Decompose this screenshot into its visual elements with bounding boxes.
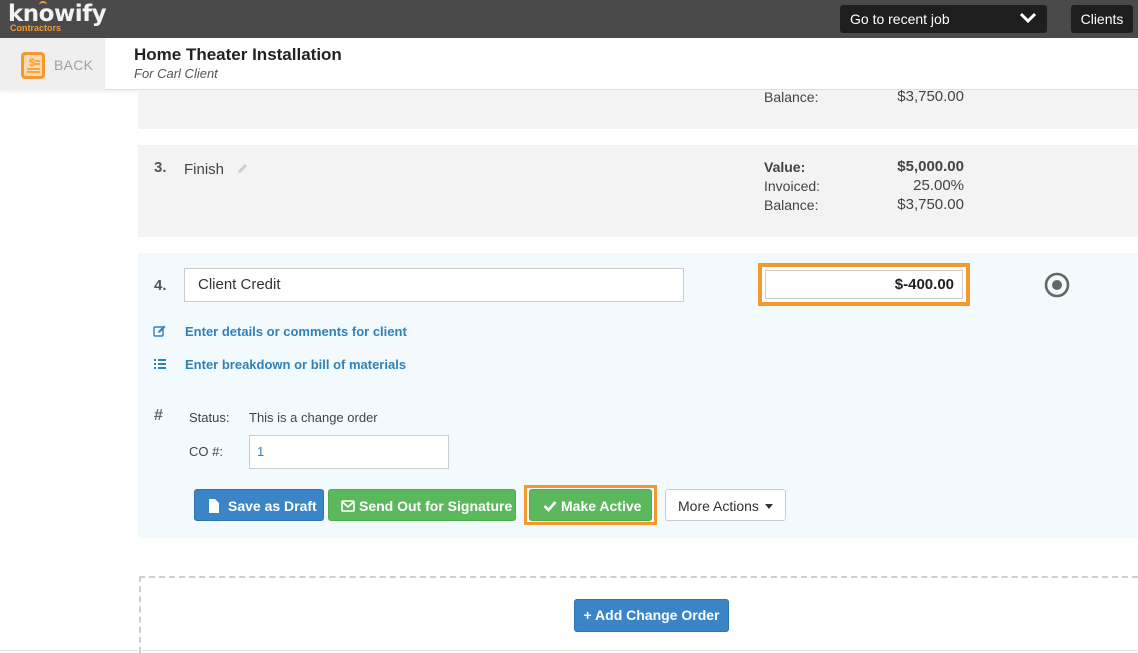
details-link-label: Enter details or comments for client bbox=[185, 324, 407, 339]
balance-value: $3,750.00 bbox=[897, 196, 964, 213]
item-number: 3. bbox=[154, 159, 167, 176]
top-bar: knowify Contractors Go to recent job Cli… bbox=[0, 0, 1138, 38]
divider bbox=[0, 650, 1138, 651]
value-amount: $5,000.00 bbox=[897, 158, 964, 175]
send-signature-label: Send Out for Signature bbox=[359, 498, 513, 514]
balance-label: Balance: bbox=[764, 197, 819, 213]
item-name-input[interactable]: Client Credit bbox=[184, 268, 684, 302]
caret-down-icon bbox=[765, 504, 773, 509]
more-actions-dropdown[interactable]: More Actions bbox=[665, 489, 786, 521]
balance-label: Balance: bbox=[764, 89, 819, 105]
back-label: BACK bbox=[54, 57, 94, 73]
more-actions-label: More Actions bbox=[678, 498, 759, 514]
chevron-down-icon bbox=[1019, 12, 1037, 24]
knowify-logo[interactable]: knowify Contractors bbox=[8, 1, 107, 34]
breakdown-link-label: Enter breakdown or bill of materials bbox=[185, 357, 407, 372]
svg-text:$: $ bbox=[29, 57, 35, 69]
client-subtitle: For Carl Client bbox=[134, 66, 218, 81]
co-number-label: CO #: bbox=[189, 444, 223, 459]
page-title: Home Theater Installation bbox=[134, 45, 342, 64]
clients-button[interactable]: Clients bbox=[1071, 5, 1133, 33]
checkmark-icon bbox=[543, 501, 557, 512]
hash-icon: # bbox=[154, 407, 163, 424]
make-active-button[interactable]: Make Active bbox=[529, 489, 652, 521]
invoiced-label: Invoiced: bbox=[764, 178, 821, 194]
save-draft-label: Save as Draft bbox=[228, 498, 317, 514]
job-header: $ BACK Home Theater Installation For Car… bbox=[0, 38, 1138, 90]
edit-icon bbox=[153, 325, 166, 337]
envelope-icon bbox=[341, 500, 355, 512]
status-value: This is a change order bbox=[249, 410, 378, 425]
pencil-icon[interactable] bbox=[236, 162, 249, 175]
back-button[interactable]: $ BACK bbox=[0, 38, 105, 90]
list-icon bbox=[154, 359, 166, 369]
line-item-2: Balance: $3,750.00 bbox=[138, 88, 1138, 129]
item-name: Finish bbox=[184, 161, 225, 178]
value-label: Value: bbox=[764, 159, 806, 175]
balance-value: $3,750.00 bbox=[897, 88, 964, 105]
invoice-icon: $ bbox=[21, 52, 45, 79]
send-signature-button[interactable]: Send Out for Signature bbox=[328, 489, 516, 521]
recent-job-label: Go to recent job bbox=[850, 11, 950, 27]
file-icon bbox=[209, 499, 219, 513]
co-number-input[interactable]: 1 bbox=[249, 435, 449, 469]
status-label: Status: bbox=[189, 410, 230, 425]
item-number: 4. bbox=[154, 277, 167, 294]
logo-sun-icon bbox=[39, 1, 47, 6]
line-item-4: 4. Client Credit $-400.00 Enter details … bbox=[138, 253, 1138, 538]
line-item-3: 3. Finish Value: $5,000.00 Invoiced: 25.… bbox=[138, 145, 1138, 237]
invoiced-percent: 25.00% bbox=[913, 177, 964, 194]
target-icon[interactable] bbox=[1044, 272, 1070, 298]
save-draft-button[interactable]: Save as Draft bbox=[194, 489, 324, 521]
make-active-label: Make Active bbox=[561, 498, 642, 514]
recent-job-dropdown[interactable]: Go to recent job bbox=[840, 5, 1047, 33]
amount-input[interactable]: $-400.00 bbox=[765, 270, 963, 299]
amount-highlight: $-400.00 bbox=[758, 263, 970, 306]
add-change-order-button[interactable]: + Add Change Order bbox=[574, 599, 729, 632]
